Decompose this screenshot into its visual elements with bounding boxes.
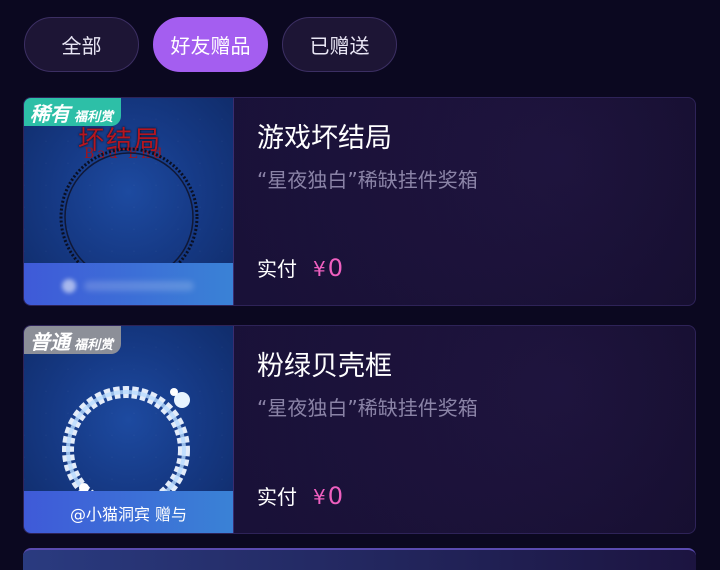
badge-label: 福利赏 — [74, 338, 114, 353]
price-value: ¥0 — [313, 482, 343, 510]
gift-card[interactable]: 坏结局 Bad End 稀有 福利赏 游戏坏结局 “星夜独白”稀缺挂件奖箱 实付… — [23, 97, 696, 306]
item-thumbnail: 坏结局 Bad End 稀有 福利赏 — [24, 98, 234, 305]
tab-all[interactable]: 全部 — [24, 17, 139, 72]
gift-card[interactable]: 普通 福利赏 @小猫洞宾 赠与 粉绿贝壳框 “星夜独白”稀缺挂件奖箱 实付 ¥0 — [23, 325, 696, 534]
currency-symbol: ¥ — [313, 485, 326, 509]
price-amount: 0 — [327, 254, 344, 282]
sender-text: @小猫洞宾 赠与 — [69, 505, 188, 524]
currency-symbol: ¥ — [313, 257, 326, 281]
sender-footer: @小猫洞宾 赠与 — [24, 491, 233, 533]
next-gift-card-partial[interactable] — [23, 548, 696, 570]
badge-tier: 普通 — [30, 330, 70, 354]
item-description: “星夜独白”稀缺挂件奖箱 — [257, 396, 478, 420]
price-row: 实付 ¥0 — [257, 481, 343, 510]
avatar — [62, 279, 76, 293]
badge-label: 福利赏 — [74, 110, 114, 125]
rarity-badge: 普通 福利赏 — [24, 326, 122, 354]
price-row: 实付 ¥0 — [257, 253, 343, 282]
item-title: 游戏坏结局 — [257, 123, 392, 154]
item-title: 粉绿贝壳框 — [257, 351, 392, 382]
price-value: ¥0 — [313, 254, 343, 282]
price-amount: 0 — [327, 482, 344, 510]
item-thumbnail: 普通 福利赏 @小猫洞宾 赠与 — [24, 326, 234, 533]
blurred-sender-name — [84, 281, 194, 291]
tab-friend-gifts[interactable]: 好友赠品 — [153, 17, 268, 72]
rarity-badge: 稀有 福利赏 — [24, 98, 122, 126]
item-description: “星夜独白”稀缺挂件奖箱 — [257, 168, 478, 192]
price-label: 实付 — [257, 257, 297, 281]
filter-tabs: 全部 好友赠品 已赠送 — [0, 0, 720, 90]
badge-tier: 稀有 — [30, 102, 70, 126]
price-label: 实付 — [257, 485, 297, 509]
sender-footer — [24, 263, 233, 305]
tab-sent[interactable]: 已赠送 — [282, 17, 397, 72]
